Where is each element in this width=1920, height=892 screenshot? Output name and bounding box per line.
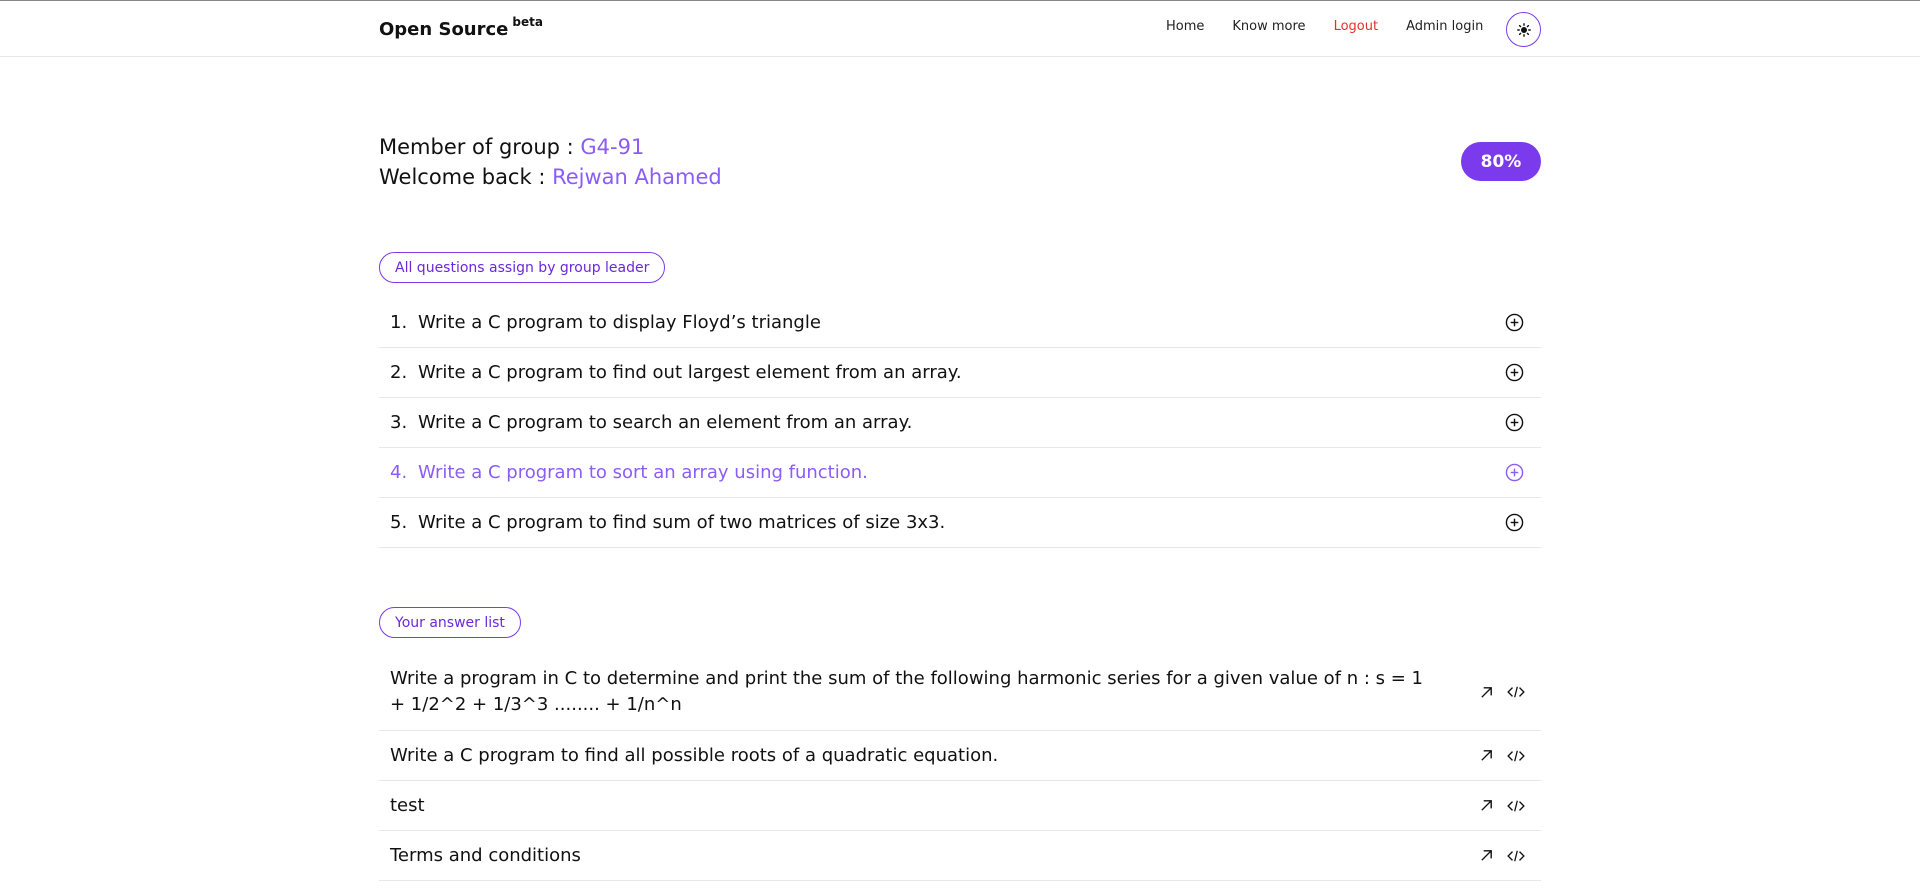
question-text: Write a C program to find out largest el… [418,362,962,383]
brand-name: Open Source [379,19,509,40]
group-value: G4-91 [580,135,645,159]
answer-text: Terms and conditions [390,844,581,866]
external-link-arrow-icon[interactable] [1477,847,1495,865]
group-line: Member of group : G4-91 [379,132,722,162]
answer-actions [1477,847,1525,865]
code-icon[interactable] [1507,683,1525,701]
question-number: 3. [390,412,408,433]
welcome-block: Member of group : G4-91 Welcome back : R… [379,132,722,192]
welcome-label: Welcome back : [379,165,553,189]
beta-badge: beta [512,15,543,29]
question-item-active[interactable]: 4. Write a C program to sort an array us… [379,448,1541,498]
question-number: 5. [390,512,408,533]
external-link-arrow-icon[interactable] [1477,747,1495,765]
sun-icon [1516,22,1531,37]
question-item[interactable]: 2. Write a C program to find out largest… [379,348,1541,398]
answers-section-label: Your answer list [379,607,521,638]
answer-text: Write a program in C to determine and pr… [390,668,1423,715]
plus-circle-icon[interactable] [1504,362,1525,383]
question-text: Write a C program to sort an array using… [418,462,868,483]
question-number: 2. [390,362,408,383]
welcome-line: Welcome back : Rejwan Ahamed [379,162,722,192]
answer-item[interactable]: Terms and conditions [379,831,1541,881]
plus-circle-icon[interactable] [1504,512,1525,533]
plus-circle-icon[interactable] [1504,312,1525,333]
nav-know-more[interactable]: Know more [1232,19,1305,34]
question-item[interactable]: 1. Write a C program to display Floyd’s … [379,298,1541,348]
question-item[interactable]: 5. Write a C program to find sum of two … [379,498,1541,548]
question-number: 4. [390,462,408,483]
progress-badge: 80% [1461,142,1541,181]
user-name: Rejwan Ahamed [552,165,722,189]
answer-actions [1477,683,1525,701]
nav-admin-login[interactable]: Admin login [1406,19,1483,34]
external-link-arrow-icon[interactable] [1477,683,1495,701]
brand-logo[interactable]: Open Source beta [379,15,543,40]
question-text: Write a C program to display Floyd’s tri… [418,312,821,333]
external-link-arrow-icon[interactable] [1477,797,1495,815]
nav-home[interactable]: Home [1166,19,1204,34]
theme-toggle-button[interactable] [1506,12,1541,47]
answer-item[interactable]: Write a C program to find all possible r… [379,731,1541,781]
answer-text: test [390,794,425,816]
code-icon[interactable] [1507,847,1525,865]
question-number: 1. [390,312,408,333]
answer-text: Write a C program to find all possible r… [390,744,999,766]
question-item[interactable]: 3. Write a C program to search an elemen… [379,398,1541,448]
answer-item[interactable]: Write a program in C to determine and pr… [379,654,1541,731]
main-nav: Home Know more Logout Admin login [1166,19,1511,34]
code-icon[interactable] [1507,797,1525,815]
code-icon[interactable] [1507,747,1525,765]
answers-list: Write a program in C to determine and pr… [379,654,1541,881]
nav-logout[interactable]: Logout [1334,19,1379,34]
question-text: Write a C program to find sum of two mat… [418,512,946,533]
questions-list: 1. Write a C program to display Floyd’s … [379,298,1541,548]
plus-circle-icon[interactable] [1504,412,1525,433]
question-text: Write a C program to search an element f… [418,412,913,433]
answer-item[interactable]: test [379,781,1541,831]
plus-circle-icon[interactable] [1504,462,1525,483]
group-label: Member of group : [379,135,581,159]
answer-actions [1477,797,1525,815]
navbar: Open Source beta Home Know more Logout Ad… [0,1,1920,57]
questions-section-label: All questions assign by group leader [379,252,666,283]
answer-actions [1477,747,1525,765]
